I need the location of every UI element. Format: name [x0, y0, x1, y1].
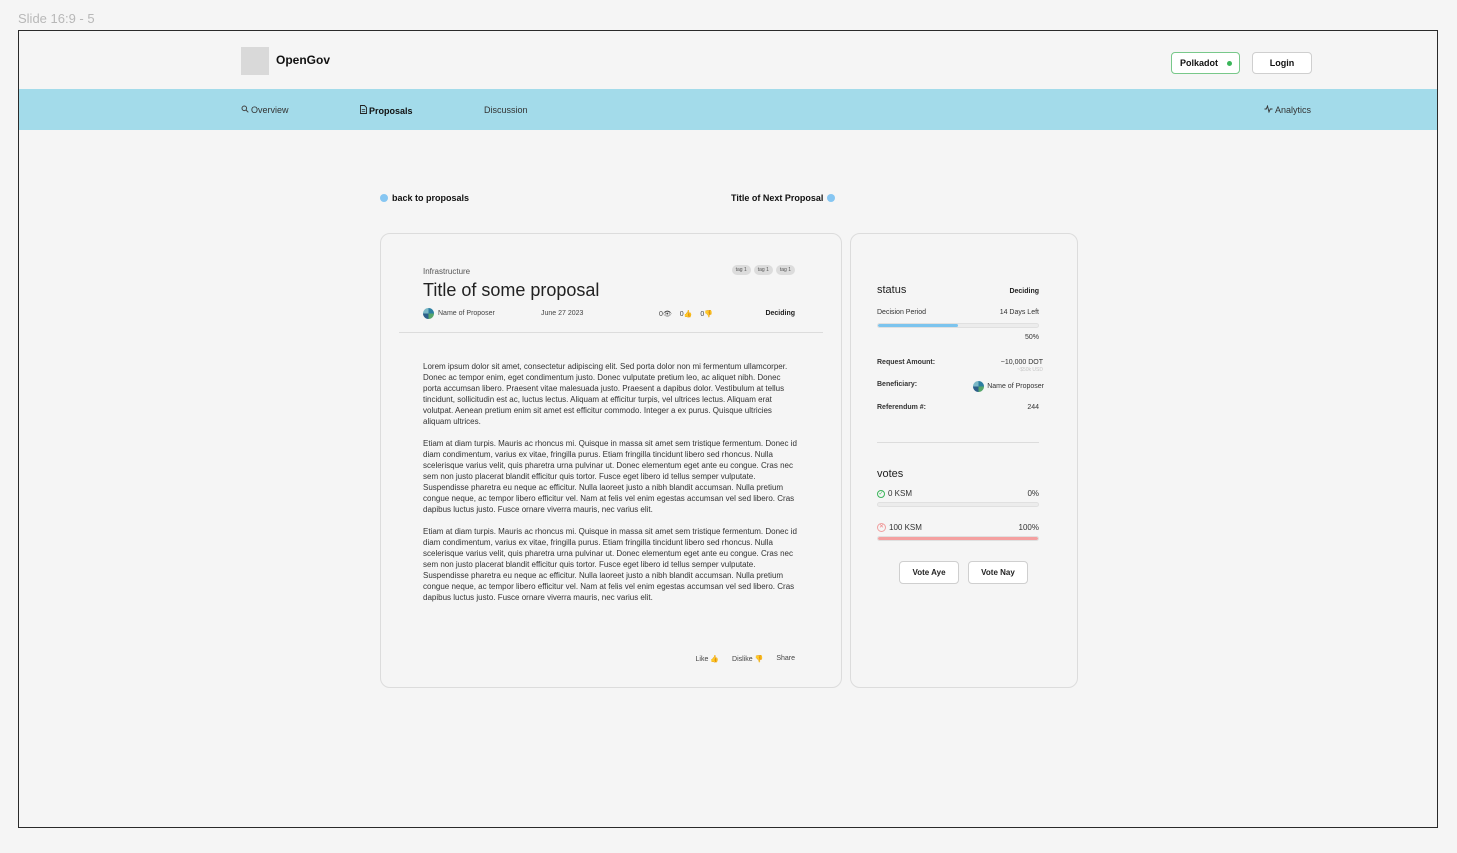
- search-icon: [241, 105, 249, 115]
- back-link-label: back to proposals: [392, 193, 470, 203]
- proposal-actions: Like 👍 Dislike 👎 Share: [696, 655, 796, 663]
- nav-item-overview[interactable]: Overview: [241, 105, 289, 115]
- thumbs-up-icon: 👍: [710, 656, 720, 663]
- next-link-label: Title of Next Proposal: [731, 193, 824, 203]
- login-button[interactable]: Login: [1252, 52, 1312, 74]
- dislike-button[interactable]: Dislike 👎: [732, 655, 763, 663]
- network-label: Polkadot: [1180, 58, 1219, 68]
- proposal-paragraph: Etiam at diam turpis. Mauris ac rhoncus …: [423, 527, 797, 602]
- request-amount-label: Request Amount:: [877, 359, 936, 366]
- aye-amount: 0 KSM: [888, 489, 913, 498]
- proposal-meta: Name of Proposer June 27 2023 0👁 0👍 0👎 D…: [423, 308, 795, 320]
- network-status-dot-icon: [1227, 60, 1233, 66]
- like-label: Like: [695, 656, 709, 663]
- proposer-avatar: [423, 308, 434, 319]
- slide-label: Slide 16:9 - 5: [18, 11, 95, 26]
- progress-percent: 50%: [1024, 334, 1039, 341]
- status-heading: status: [877, 284, 907, 296]
- decision-period-label: Decision Period: [877, 309, 927, 316]
- arrow-left-circle-icon: [380, 194, 388, 202]
- aye-vote-bar: [877, 502, 1039, 507]
- app-frame: OpenGov Polkadot Login Overview Proposal…: [18, 30, 1438, 828]
- nay-vote-bar: [877, 536, 1039, 541]
- beneficiary-avatar: [973, 381, 985, 392]
- votes-heading: votes: [877, 468, 904, 480]
- proposal-category: Infrastructure: [423, 267, 471, 276]
- vote-nay-button[interactable]: Vote Nay: [968, 561, 1028, 584]
- proposal-title: Title of some proposal: [423, 280, 600, 300]
- views-stat: 0👁: [659, 310, 672, 318]
- divider: [399, 332, 823, 333]
- vote-aye-button[interactable]: Vote Aye: [899, 561, 959, 584]
- nav-item-discussion[interactable]: Discussion: [484, 105, 528, 115]
- nav-item-overview-label: Overview: [251, 105, 289, 115]
- tag-badge[interactable]: tag 1: [731, 265, 751, 275]
- aye-amount-group: ✓ 0 KSM: [877, 489, 912, 498]
- tag-badge[interactable]: tag 1: [775, 265, 795, 275]
- referendum-row: Referendum #: 244: [877, 404, 1039, 411]
- nav-item-proposals-label: Proposals: [369, 105, 413, 116]
- activity-icon: [1264, 104, 1273, 115]
- proposal-status-badge: Deciding: [765, 310, 795, 317]
- header: OpenGov Polkadot Login: [19, 31, 1437, 89]
- status-badge: Deciding: [1009, 288, 1039, 295]
- document-icon: [360, 105, 367, 116]
- request-amount-value-group: ~10,000 DOT ~$50k USD: [1001, 359, 1043, 373]
- nay-vote-row: ✕ 100 KSM 100%: [877, 523, 1039, 535]
- logo-placeholder[interactable]: [241, 47, 269, 75]
- dislike-label: Dislike: [732, 656, 753, 663]
- decision-period-row: Decision Period 14 Days Left: [877, 309, 1039, 316]
- eye-icon: 👁: [662, 311, 672, 318]
- nav-item-discussion-label: Discussion: [484, 105, 528, 115]
- request-amount-value: ~10,000 DOT: [1000, 359, 1043, 366]
- referendum-label: Referendum #:: [877, 404, 927, 411]
- beneficiary-row: Beneficiary: Name of Proposer: [877, 381, 1044, 392]
- proposal-stats: 0👁 0👍 0👎: [659, 310, 713, 318]
- beneficiary-name: Name of Proposer: [987, 383, 1044, 390]
- dislikes-stat: 0👎: [700, 310, 713, 318]
- proposal-date: June 27 2023: [541, 310, 584, 317]
- request-amount-usd: ~$50k USD: [1017, 367, 1043, 373]
- nav-item-analytics[interactable]: Analytics: [1264, 104, 1312, 115]
- beneficiary-label: Beneficiary:: [877, 381, 918, 388]
- nav-item-proposals[interactable]: Proposals: [360, 105, 413, 116]
- thumbs-down-icon: 👎: [754, 656, 764, 663]
- share-button[interactable]: Share: [776, 655, 795, 663]
- check-circle-icon: ✓: [877, 489, 885, 498]
- proposer[interactable]: Name of Proposer: [423, 308, 495, 319]
- proposal-card: Infrastructure tag 1 tag 1 tag 1 Title o…: [380, 233, 842, 688]
- thumbs-up-icon: 👍: [683, 311, 693, 318]
- nay-percent: 100%: [1018, 523, 1039, 532]
- beneficiary[interactable]: Name of Proposer: [973, 381, 1044, 392]
- like-button[interactable]: Like 👍: [696, 655, 720, 663]
- request-amount-row: Request Amount: ~10,000 DOT ~$50k USD: [877, 359, 1043, 373]
- next-proposal-link[interactable]: Title of Next Proposal: [731, 193, 836, 203]
- nay-amount-group: ✕ 100 KSM: [877, 523, 922, 532]
- nav-item-analytics-label: Analytics: [1275, 105, 1312, 115]
- x-circle-icon: ✕: [877, 523, 886, 532]
- back-to-proposals-link[interactable]: back to proposals: [380, 193, 469, 203]
- days-left: 14 Days Left: [999, 309, 1039, 316]
- nav-bar: Overview Proposals Discussion Analytics: [19, 89, 1437, 130]
- proposal-body: Lorem ipsum dolor sit amet, consectetur …: [423, 361, 797, 614]
- nay-amount: 100 KSM: [889, 523, 922, 532]
- network-selector-button[interactable]: Polkadot: [1171, 52, 1240, 74]
- app-title[interactable]: OpenGov: [276, 53, 330, 67]
- thumbs-down-icon: 👎: [704, 311, 714, 318]
- aye-percent: 0%: [1027, 489, 1039, 498]
- arrow-right-circle-icon: [827, 194, 836, 202]
- nay-vote-fill: [878, 537, 1038, 540]
- proposal-paragraph: Lorem ipsum dolor sit amet, consectetur …: [423, 362, 788, 426]
- divider: [877, 442, 1039, 443]
- tag-badge[interactable]: tag 1: [753, 265, 773, 275]
- proposer-name: Name of Proposer: [438, 310, 495, 317]
- decision-progress-fill: [878, 324, 958, 327]
- referendum-number: 244: [1027, 404, 1039, 411]
- status-card: status Deciding Decision Period 14 Days …: [850, 233, 1078, 688]
- decision-progress-bar: [877, 323, 1039, 328]
- aye-vote-row: ✓ 0 KSM 0%: [877, 489, 1039, 501]
- proposal-paragraph: Etiam at diam turpis. Mauris ac rhoncus …: [423, 439, 797, 514]
- tag-list: tag 1 tag 1 tag 1: [731, 265, 795, 275]
- likes-stat: 0👍: [680, 310, 693, 318]
